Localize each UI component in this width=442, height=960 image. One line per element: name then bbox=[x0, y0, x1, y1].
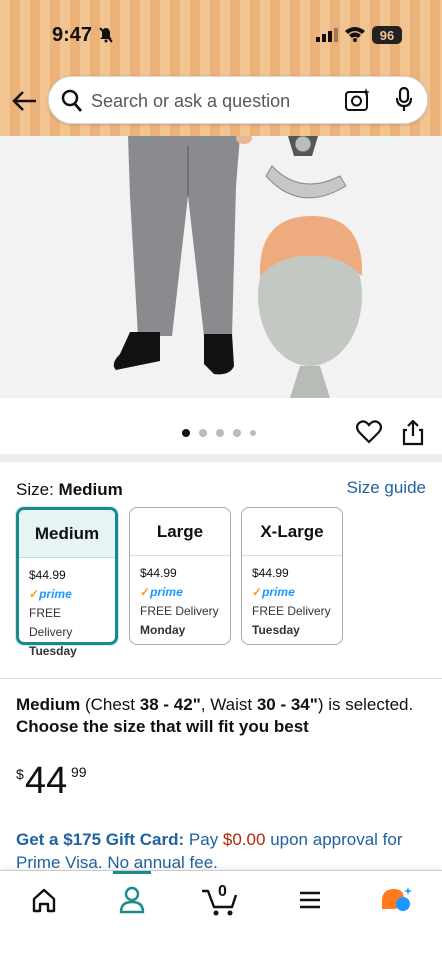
selection-info: Medium (Chest 38 - 42", Waist 30 - 34") … bbox=[16, 694, 426, 738]
search-icon bbox=[61, 89, 83, 112]
cart-count: 0 bbox=[218, 883, 227, 900]
home-icon[interactable] bbox=[24, 885, 64, 915]
gallery-dot[interactable] bbox=[216, 429, 224, 437]
gallery-dot[interactable] bbox=[250, 430, 256, 436]
size-option-name: Medium bbox=[19, 510, 115, 558]
divider bbox=[0, 678, 442, 679]
back-arrow-icon[interactable] bbox=[10, 88, 38, 114]
prime-check-icon: ✓ bbox=[252, 585, 263, 599]
section-separator bbox=[0, 454, 442, 462]
prime-text: prime bbox=[262, 585, 295, 599]
delivery-text: FREE Delivery bbox=[252, 604, 331, 618]
size-option-price: $44.99 bbox=[29, 568, 66, 582]
size-option-name: Large bbox=[130, 508, 230, 556]
rufus-icon[interactable] bbox=[376, 885, 416, 915]
chest-range: 38 - 42" bbox=[139, 695, 201, 714]
size-label-text: Size: bbox=[16, 480, 54, 499]
product-illustration bbox=[0, 136, 442, 398]
waist-range: 30 - 34" bbox=[256, 695, 318, 714]
size-option-price: $44.99 bbox=[252, 566, 289, 580]
price-fraction: 99 bbox=[71, 764, 87, 780]
gallery-dots[interactable] bbox=[182, 429, 256, 437]
gift-card-offer[interactable]: Get a $175 Gift Card: Pay $0.00 upon app… bbox=[16, 828, 426, 874]
gift-card-title: Get a $175 Gift Card: bbox=[16, 830, 185, 849]
microphone-icon[interactable] bbox=[395, 87, 413, 113]
size-option-x-large[interactable]: X-Large $44.99 ✓prime FREE Delivery Tues… bbox=[241, 507, 343, 645]
price-whole: 44 bbox=[25, 760, 68, 802]
search-placeholder: Search or ask a question bbox=[91, 91, 291, 111]
signal-icon bbox=[316, 28, 338, 42]
size-selected-value: Medium bbox=[58, 480, 123, 499]
prime-badge: ✓prime bbox=[140, 583, 220, 602]
price-symbol: $ bbox=[16, 766, 24, 782]
battery-indicator: 96 bbox=[372, 26, 402, 44]
prime-check-icon: ✓ bbox=[29, 587, 40, 601]
size-option-name: X-Large bbox=[242, 508, 342, 556]
delivery-text: FREE Delivery bbox=[29, 606, 73, 639]
prime-text: prime bbox=[39, 587, 72, 601]
delivery-day: Monday bbox=[140, 623, 186, 637]
wifi-icon bbox=[345, 27, 365, 42]
selected-size: Medium bbox=[16, 695, 81, 714]
size-option-price: $44.99 bbox=[140, 566, 177, 580]
cart-button[interactable]: 0 bbox=[198, 883, 244, 916]
size-row: Size: Medium Size guide bbox=[16, 478, 428, 500]
gallery-dot[interactable] bbox=[182, 429, 190, 437]
size-label: Size: Medium bbox=[16, 480, 123, 500]
active-tab-indicator bbox=[113, 871, 151, 874]
status-bar: 9:47 96 bbox=[0, 20, 442, 50]
menu-icon[interactable] bbox=[290, 885, 330, 915]
bottom-nav: 0 bbox=[0, 870, 442, 960]
chest-prefix: (Chest bbox=[80, 695, 140, 714]
heart-icon[interactable] bbox=[356, 420, 382, 444]
selection-suffix: ) is selected. bbox=[317, 695, 414, 714]
silent-bell-icon bbox=[99, 27, 113, 43]
prime-badge: ✓prime bbox=[252, 583, 332, 602]
gift-amount: $0.00 bbox=[222, 830, 266, 849]
prime-check-icon: ✓ bbox=[140, 585, 151, 599]
camera-icon[interactable] bbox=[345, 88, 371, 112]
gallery-bar bbox=[0, 398, 442, 454]
gallery-dot[interactable] bbox=[233, 429, 241, 437]
share-icon[interactable] bbox=[402, 420, 424, 446]
gift-pay: Pay bbox=[184, 830, 223, 849]
size-option-medium[interactable]: Medium $44.99 ✓prime FREE Delivery Tuesd… bbox=[16, 507, 118, 658]
waist-prefix: , Waist bbox=[200, 695, 257, 714]
prime-badge: ✓prime bbox=[29, 585, 105, 604]
prime-text: prime bbox=[150, 585, 183, 599]
delivery-day: Tuesday bbox=[252, 623, 300, 637]
search-input[interactable]: Search or ask a question bbox=[48, 76, 428, 124]
delivery-text: FREE Delivery bbox=[140, 604, 219, 618]
size-option-large[interactable]: Large $44.99 ✓prime FREE Delivery Monday bbox=[129, 507, 231, 645]
header: 9:47 96 Search or ask a question bbox=[0, 0, 442, 136]
status-time: 9:47 bbox=[52, 24, 93, 46]
product-image[interactable] bbox=[0, 136, 442, 398]
account-icon[interactable] bbox=[112, 885, 152, 915]
delivery-day: Tuesday bbox=[29, 644, 77, 658]
gallery-dot[interactable] bbox=[199, 429, 207, 437]
size-guide-link[interactable]: Size guide bbox=[347, 478, 426, 498]
size-advice: Choose the size that will fit you best bbox=[16, 717, 309, 736]
